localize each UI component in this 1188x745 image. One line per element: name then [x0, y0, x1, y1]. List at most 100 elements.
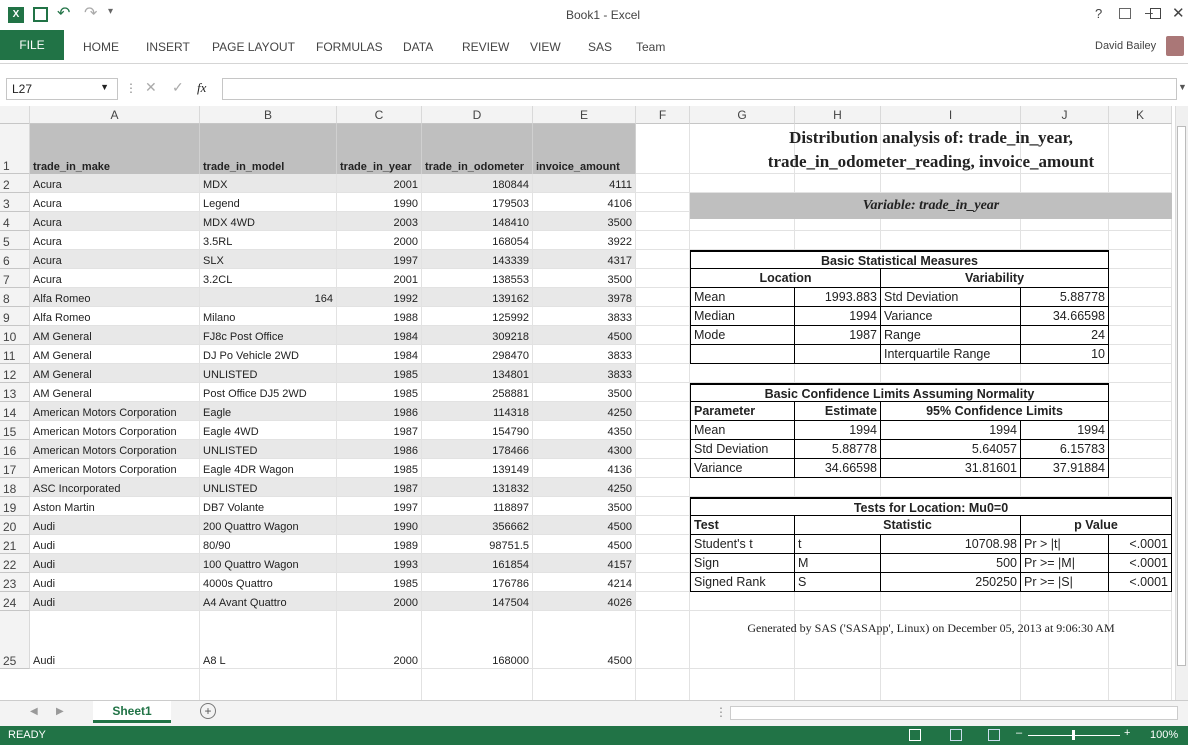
table-cell[interactable]: 180844 — [422, 174, 533, 192]
table-cell[interactable]: 138553 — [422, 269, 533, 287]
table-cell[interactable]: American Motors Corporation — [30, 440, 200, 458]
table-cell[interactable]: 168000 — [422, 611, 533, 668]
row-header[interactable]: 8 — [0, 288, 30, 307]
row-header[interactable]: 4 — [0, 212, 30, 231]
table-cell[interactable]: 1985 — [337, 459, 422, 477]
table-cell[interactable]: 4000s Quattro — [200, 573, 337, 591]
column-header-a[interactable]: A — [30, 106, 200, 124]
vertical-scrollbar-thumb[interactable] — [1177, 126, 1186, 666]
chevron-down-icon[interactable]: ▼ — [100, 82, 109, 92]
table-cell[interactable]: MDX 4WD — [200, 212, 337, 230]
table-cell[interactable]: 298470 — [422, 345, 533, 363]
table-cell[interactable]: 1988 — [337, 307, 422, 325]
table-cell[interactable]: 3978 — [533, 288, 636, 306]
table-cell[interactable]: 4500 — [533, 611, 636, 668]
row-header[interactable]: 14 — [0, 402, 30, 421]
table-cell[interactable]: 2003 — [337, 212, 422, 230]
row-header[interactable]: 1 — [0, 124, 30, 174]
insert-function-icon[interactable]: fx — [197, 80, 206, 96]
table-header-cell[interactable]: trade_in_model — [200, 124, 337, 174]
table-cell[interactable]: Acura — [30, 269, 200, 287]
table-cell[interactable]: AM General — [30, 326, 200, 344]
table-cell[interactable]: Alfa Romeo — [30, 288, 200, 306]
table-cell[interactable]: 80/90 — [200, 535, 337, 553]
row-header[interactable]: 23 — [0, 573, 30, 592]
table-cell[interactable]: 2001 — [337, 174, 422, 192]
table-cell[interactable]: 3500 — [533, 497, 636, 515]
table-cell[interactable]: 139149 — [422, 459, 533, 477]
zoom-out-icon[interactable]: – — [1016, 727, 1022, 739]
table-cell[interactable]: 2000 — [337, 592, 422, 610]
table-cell[interactable]: Alfa Romeo — [30, 307, 200, 325]
table-cell[interactable]: FJ8c Post Office — [200, 326, 337, 344]
table-cell[interactable]: 3500 — [533, 383, 636, 401]
table-cell[interactable]: 143339 — [422, 250, 533, 268]
table-cell[interactable]: American Motors Corporation — [30, 421, 200, 439]
table-cell[interactable]: AM General — [30, 364, 200, 382]
column-header-c[interactable]: C — [337, 106, 422, 124]
table-cell[interactable]: 1986 — [337, 402, 422, 420]
column-header-g[interactable]: G — [690, 106, 795, 124]
table-cell[interactable]: Eagle 4WD — [200, 421, 337, 439]
table-cell[interactable]: 3.2CL — [200, 269, 337, 287]
table-cell[interactable]: American Motors Corporation — [30, 402, 200, 420]
tab-data[interactable]: DATA — [403, 40, 433, 54]
row-header[interactable]: 20 — [0, 516, 30, 535]
table-cell[interactable]: Acura — [30, 212, 200, 230]
select-all-corner[interactable] — [0, 106, 30, 124]
table-cell[interactable]: SLX — [200, 250, 337, 268]
avatar[interactable] — [1166, 36, 1184, 56]
table-cell[interactable]: Legend — [200, 193, 337, 211]
table-cell[interactable]: 2000 — [337, 611, 422, 668]
tab-insert[interactable]: INSERT — [146, 40, 190, 54]
table-cell[interactable]: 1984 — [337, 345, 422, 363]
table-cell[interactable]: Audi — [30, 592, 200, 610]
tab-home[interactable]: HOME — [83, 40, 119, 54]
column-header-b[interactable]: B — [200, 106, 337, 124]
row-header[interactable]: 2 — [0, 174, 30, 193]
row-header[interactable]: 17 — [0, 459, 30, 478]
row-header[interactable]: 21 — [0, 535, 30, 554]
tab-team[interactable]: Team — [636, 40, 665, 54]
table-cell[interactable]: 4500 — [533, 516, 636, 534]
maximize-icon[interactable] — [1150, 8, 1161, 19]
column-header-k[interactable]: K — [1109, 106, 1172, 124]
row-header[interactable]: 11 — [0, 345, 30, 364]
table-cell[interactable]: Eagle 4DR Wagon — [200, 459, 337, 477]
table-cell[interactable]: Audi — [30, 535, 200, 553]
formula-input[interactable] — [222, 78, 1177, 100]
table-cell[interactable]: MDX — [200, 174, 337, 192]
page-break-view-icon[interactable] — [988, 729, 1000, 741]
table-cell[interactable]: 4300 — [533, 440, 636, 458]
page-layout-view-icon[interactable] — [950, 729, 962, 741]
table-cell[interactable]: 1997 — [337, 250, 422, 268]
row-header[interactable]: 13 — [0, 383, 30, 402]
table-cell[interactable]: 1990 — [337, 193, 422, 211]
tab-file[interactable]: FILE — [0, 30, 64, 60]
add-sheet-icon[interactable]: + — [200, 703, 216, 719]
table-cell[interactable]: 1993 — [337, 554, 422, 572]
help-icon[interactable]: ? — [1095, 6, 1102, 21]
column-header-f[interactable]: F — [636, 106, 690, 124]
table-cell[interactable]: 3500 — [533, 212, 636, 230]
enter-icon[interactable]: ✓ — [172, 79, 184, 96]
save-icon[interactable] — [33, 7, 48, 22]
table-cell[interactable]: 1986 — [337, 440, 422, 458]
table-cell[interactable]: 118897 — [422, 497, 533, 515]
table-cell[interactable]: 3500 — [533, 269, 636, 287]
table-cell[interactable]: 164 — [200, 288, 337, 306]
cancel-icon[interactable]: ✕ — [145, 79, 157, 96]
table-cell[interactable]: 3.5RL — [200, 231, 337, 249]
table-cell[interactable]: 2000 — [337, 231, 422, 249]
table-cell[interactable]: Aston Martin — [30, 497, 200, 515]
table-cell[interactable]: Acura — [30, 174, 200, 192]
row-header[interactable]: 18 — [0, 478, 30, 497]
row-header[interactable]: 7 — [0, 269, 30, 288]
table-cell[interactable]: 178466 — [422, 440, 533, 458]
table-cell[interactable]: 3922 — [533, 231, 636, 249]
table-cell[interactable]: AM General — [30, 383, 200, 401]
table-cell[interactable]: 161854 — [422, 554, 533, 572]
row-header[interactable]: 6 — [0, 250, 30, 269]
close-icon[interactable]: ✕ — [1172, 4, 1185, 22]
table-cell[interactable]: 4136 — [533, 459, 636, 477]
